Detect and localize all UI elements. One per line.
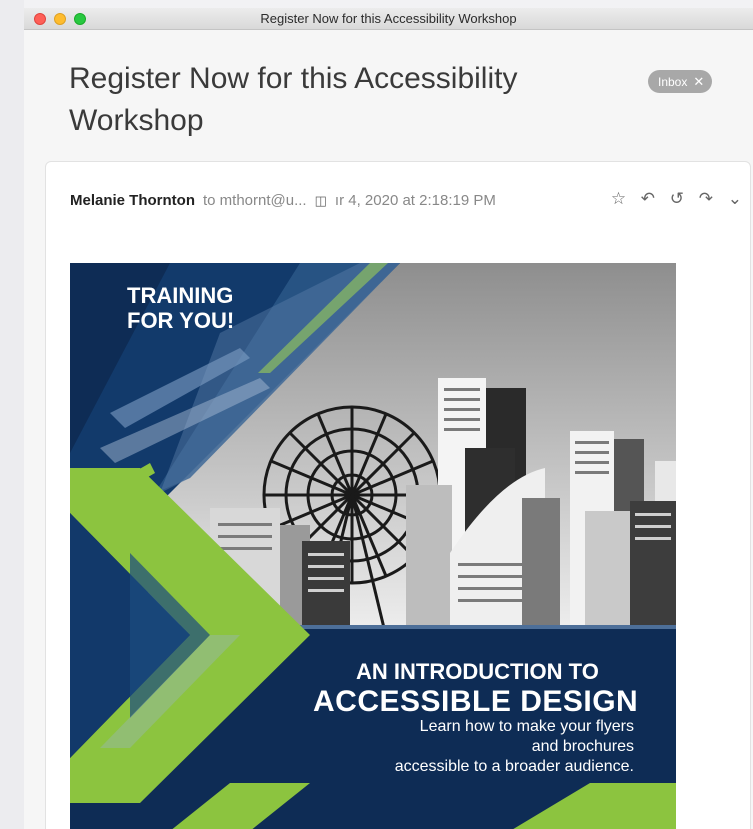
mailbox-badge-label: Inbox [658,75,688,89]
chevron-down-icon[interactable]: ⌄ [728,189,742,209]
message-subject: Register Now for this Accessibility Work… [69,62,518,137]
flyer-subtitle-line-3: accessible to a broader audience. [394,758,634,775]
reply-icon[interactable]: ↶ [641,189,655,209]
message-card: Melanie Thornton to mthornt@u... ◫ ır 4, 20… [45,161,751,829]
flyer-subtitle: Learn how to make your flyers and brochu… [395,717,634,777]
title-bar[interactable]: Register Now for this Accessibility Work… [24,8,753,30]
flyer-badge-text: TRAINING FOR YOU! [127,283,234,333]
star-icon[interactable]: ☆ [611,189,626,209]
flyer-subtitle-line-1: Learn how to make your flyers [419,718,634,735]
mailbox-badge[interactable]: Inbox ✕ [648,70,713,93]
message-date: ır 4, 2020 at 2:18:19 PM [334,192,496,209]
window-title: Register Now for this Accessibility Work… [260,11,517,26]
mail-window: Register Now for this Accessibility Work… [24,8,753,829]
message-header: Melanie Thornton to mthornt@u... ◫ ır 4, 20… [70,192,496,209]
workshop-flyer-image: TRAINING FOR YOU! AN INTRODUCTION TO ACC… [70,263,676,829]
recipient[interactable]: to mthornt@u... [203,192,307,209]
flyer-title: ACCESSIBLE DESIGN [313,685,639,718]
flyer-badge-line-1: TRAINING [127,283,234,308]
flyer-badge-line-2: FOR YOU! [127,308,235,333]
flyer-intro: AN INTRODUCTION TO [356,659,599,684]
left-background-strip [0,0,24,829]
message-actions: ☆ ↶ ↺ ↷ ⌄ [601,189,742,209]
close-icon[interactable]: ✕ [693,74,704,89]
sender-name[interactable]: Melanie Thornton [70,192,195,209]
forward-icon[interactable]: ↷ [699,189,713,209]
reply-all-icon[interactable]: ↺ [670,189,684,209]
attachment-icon[interactable]: ◫ [315,193,327,209]
flyer-subtitle-line-2: and brochures [531,738,634,755]
